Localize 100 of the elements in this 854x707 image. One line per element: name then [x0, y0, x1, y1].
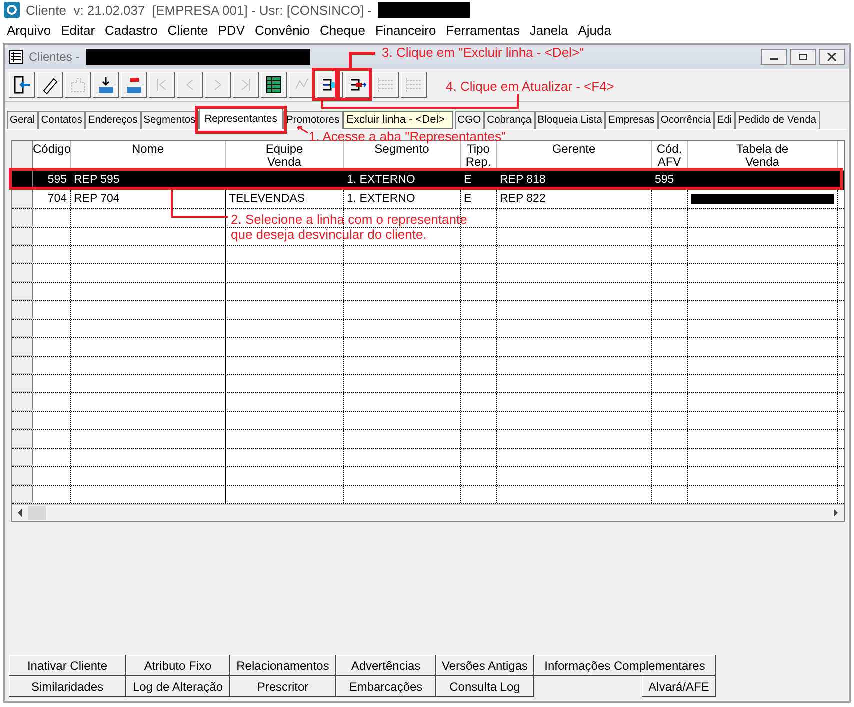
- menu-item[interactable]: Ferramentas: [441, 22, 525, 38]
- tab[interactable]: Promotores: [283, 111, 343, 129]
- action-button[interactable]: Alvará/AFE: [642, 676, 716, 697]
- tab[interactable]: Pedido de Venda: [735, 111, 820, 129]
- action-button[interactable]: Prescritor: [230, 676, 336, 697]
- row-header[interactable]: [12, 246, 33, 264]
- action-button[interactable]: Embarcações: [336, 676, 436, 697]
- empty-row[interactable]: [12, 467, 844, 486]
- column-header[interactable]: Equipe Venda: [226, 141, 344, 170]
- action-button[interactable]: Advertências: [336, 655, 436, 676]
- tab[interactable]: Edi: [714, 111, 736, 129]
- menu-item[interactable]: Cadastro: [100, 22, 163, 38]
- menu-item[interactable]: Cheque: [314, 22, 370, 38]
- table-cell: 595: [655, 174, 674, 186]
- action-button[interactable]: Similaridades: [9, 676, 126, 697]
- row-header[interactable]: [12, 412, 33, 430]
- minimize-button[interactable]: [761, 49, 787, 65]
- tab[interactable]: Representantes: [198, 108, 284, 129]
- toolbar-button[interactable]: [37, 72, 63, 98]
- empty-row[interactable]: [12, 246, 844, 264]
- grid-icon: [264, 75, 284, 95]
- toolbar-button[interactable]: [261, 72, 287, 98]
- dashed-rows-icon: [376, 75, 396, 95]
- scroll-thumb[interactable]: [28, 506, 46, 520]
- table-cell: 704: [48, 193, 67, 206]
- action-button[interactable]: Atributo Fixo: [126, 655, 230, 676]
- menu-item[interactable]: Cliente: [162, 22, 214, 38]
- column-header[interactable]: Código: [33, 141, 71, 170]
- column-header[interactable]: Gerente: [497, 141, 652, 170]
- table-cell: 1. EXTERNO: [347, 174, 416, 186]
- table-cell: REP 818: [500, 174, 546, 186]
- window-icon: [9, 50, 23, 64]
- tab[interactable]: Contatos: [38, 111, 86, 129]
- tab[interactable]: Cobrança: [484, 111, 535, 129]
- column-header[interactable]: Cód. AFV: [652, 141, 688, 170]
- tab[interactable]: Segmentos: [140, 111, 199, 129]
- menu-item[interactable]: Editar: [56, 22, 100, 38]
- toolbar-button[interactable]: [345, 72, 371, 98]
- close-icon: [827, 53, 837, 61]
- empty-row[interactable]: [12, 301, 844, 320]
- tab[interactable]: Endereços: [85, 111, 141, 129]
- action-button[interactable]: Informações Complementares: [534, 655, 716, 676]
- empty-row[interactable]: [12, 412, 844, 430]
- tray-icon: [96, 75, 116, 95]
- tooltip: Excluir linha - <Del>: [342, 111, 453, 129]
- empty-row[interactable]: [12, 448, 844, 468]
- menu-item[interactable]: Janela: [524, 22, 574, 38]
- annotation-text: 2. Selecione a linha com o representante que deseja desvincular do cliente.: [231, 212, 468, 242]
- table-cell: E: [464, 193, 472, 206]
- row-header[interactable]: [12, 448, 33, 466]
- action-button[interactable]: Versões Antigas: [436, 655, 534, 676]
- action-button[interactable]: Relacionamentos: [230, 655, 336, 676]
- column-header[interactable]: Tipo Rep.: [461, 141, 497, 170]
- action-button[interactable]: Consulta Log: [436, 676, 534, 697]
- scroll-left-icon: [16, 509, 24, 518]
- dashed-rows-icon: [404, 75, 424, 95]
- column-header[interactable]: Nome: [71, 141, 226, 170]
- corner-cell[interactable]: [12, 141, 33, 170]
- empty-row[interactable]: [12, 282, 844, 302]
- table-cell: TELEVENDAS: [229, 193, 306, 206]
- menu-item[interactable]: Ajuda: [573, 22, 616, 38]
- tab[interactable]: CGO: [454, 111, 484, 129]
- menu-item[interactable]: Convênio: [250, 22, 315, 38]
- maximize-button[interactable]: [790, 49, 816, 65]
- row-header[interactable]: [12, 320, 33, 338]
- action-button[interactable]: Inativar Cliente: [9, 655, 126, 676]
- empty-row[interactable]: [12, 393, 844, 412]
- annotation-text: 3. Clique em "Excluir linha - <Del>": [382, 46, 584, 60]
- tab[interactable]: Geral: [7, 111, 38, 129]
- row-header[interactable]: [12, 486, 33, 504]
- toolbar-button[interactable]: [93, 72, 119, 98]
- app-title: Cliente v: 21.02.037 [EMPRESA 001] - Usr: [CONSINCO] -: [26, 2, 372, 18]
- menu-item[interactable]: Arquivo: [2, 22, 56, 38]
- empty-row[interactable]: [12, 430, 844, 449]
- empty-row[interactable]: [12, 320, 844, 338]
- menu-item[interactable]: PDV: [213, 22, 250, 38]
- table-cell: 595: [48, 174, 67, 186]
- window-title: Clientes -: [29, 50, 80, 64]
- table-cell: REP 595: [74, 174, 120, 186]
- tab[interactable]: Empresas: [605, 111, 658, 129]
- empty-row[interactable]: [12, 356, 844, 375]
- tab[interactable]: Bloqueia Lista: [534, 111, 606, 129]
- close-button[interactable]: [819, 49, 845, 65]
- toolbar-button[interactable]: [9, 72, 35, 98]
- table-row[interactable]: 704 REP 704 TELEVENDAS 1. EXTERNO E REP 822: [12, 190, 844, 210]
- horizontal-scrollbar[interactable]: [12, 504, 844, 521]
- pointer-arrow: [297, 126, 309, 134]
- exit-icon: [12, 75, 32, 95]
- empty-row[interactable]: [12, 264, 844, 283]
- menu-item[interactable]: Financeiro: [370, 22, 442, 38]
- row-header[interactable]: [12, 282, 33, 300]
- annotation-text: 4. Clique em Atualizar - <F4>: [446, 80, 614, 94]
- empty-row[interactable]: [12, 228, 844, 246]
- table-cell: 1. EXTERNO: [347, 193, 416, 206]
- column-header[interactable]: Tabela de Venda: [688, 141, 838, 170]
- empty-row[interactable]: [12, 338, 844, 357]
- tab[interactable]: Ocorrência: [658, 111, 714, 129]
- empty-row[interactable]: [12, 375, 844, 394]
- action-button[interactable]: Log de Alteração: [126, 676, 230, 697]
- toolbar-button[interactable]: [121, 72, 147, 98]
